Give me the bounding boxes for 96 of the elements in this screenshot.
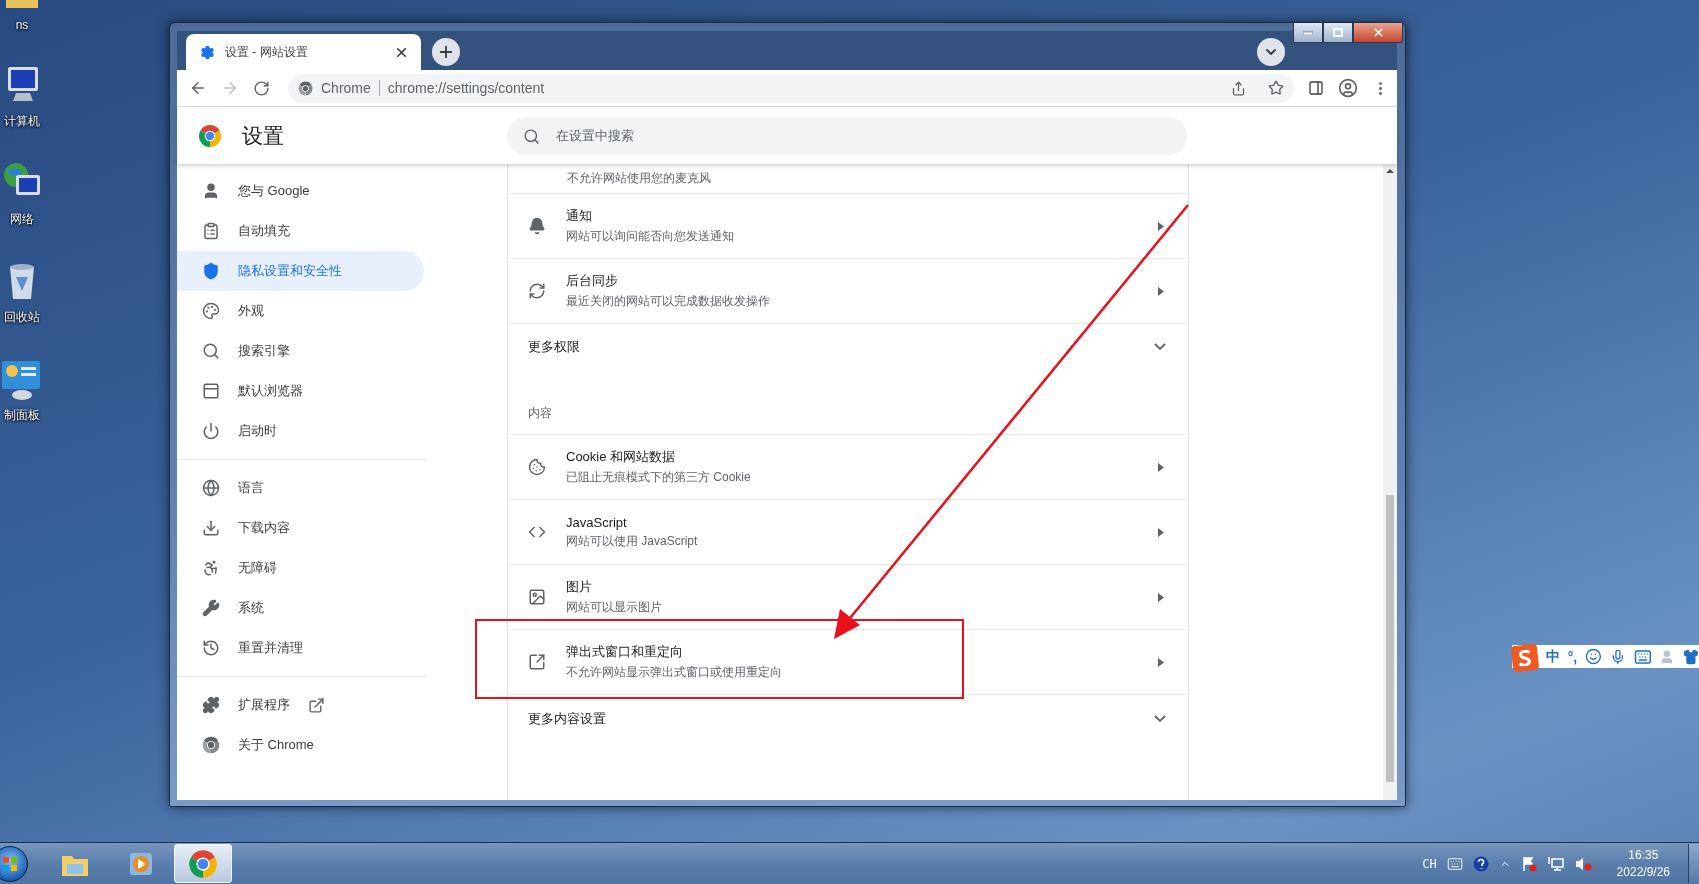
start-button[interactable] <box>0 845 28 882</box>
arrow-right-icon <box>1158 527 1164 537</box>
maximize-button[interactable] <box>1323 23 1353 43</box>
sidebar-item[interactable]: 隐私设置和安全性 <box>177 251 424 291</box>
desktop-icon-label[interactable]: 制面板 <box>4 407 40 424</box>
sidebar-icon <box>202 182 220 200</box>
sidebar-item[interactable]: 自动填充 <box>177 211 424 251</box>
media-player-icon <box>128 850 154 877</box>
arrow-right-icon <box>1158 221 1164 231</box>
sidebar-icon <box>202 382 220 400</box>
setting-icon <box>528 282 546 300</box>
close-button[interactable] <box>1353 23 1403 43</box>
arrow-right-icon <box>1158 462 1164 472</box>
punctuation-toggle[interactable]: °, <box>1567 648 1578 665</box>
scroll-up-icon[interactable] <box>1386 168 1394 174</box>
sidebar-item[interactable]: 扩展程序 <box>177 685 424 725</box>
network-status-icon[interactable] <box>1546 855 1565 872</box>
scrollbar-thumb[interactable] <box>1386 495 1394 782</box>
sidebar-item[interactable]: 下载内容 <box>177 508 424 548</box>
sidebar-icon <box>202 422 220 440</box>
setting-row[interactable]: 通知 网站可以询问能否向您发送通知 <box>508 193 1188 258</box>
setting-icon <box>528 588 546 606</box>
chrome-logo <box>198 123 222 148</box>
arrow-right-icon <box>1158 592 1164 602</box>
browser-tab[interactable]: 设置 - 网站设置 <box>186 34 421 70</box>
sidebar-icon <box>202 519 220 537</box>
tab-search-button[interactable] <box>1257 38 1285 66</box>
sidebar-item[interactable]: 搜索引擎 <box>177 331 424 371</box>
taskbar-app-button[interactable] <box>174 844 232 883</box>
sidebar-item[interactable]: 重置并清理 <box>177 628 424 668</box>
address-bar[interactable]: Chrome chrome://settings/content <box>288 73 1294 103</box>
desktop-icon-label[interactable]: 网络 <box>10 211 34 228</box>
desktop-icon-label[interactable]: ns <box>15 18 29 32</box>
sidebar-item[interactable]: 外观 <box>177 291 424 331</box>
minimize-icon <box>1303 30 1313 35</box>
sidebar-item[interactable]: 您与 Google <box>177 171 424 211</box>
setting-description: 不允许网站使用您的麦克风 <box>567 170 711 187</box>
plus-icon <box>437 43 455 61</box>
help-icon[interactable] <box>1472 855 1489 872</box>
sidebar-item[interactable]: 无障碍 <box>177 548 424 588</box>
search-icon <box>523 127 540 145</box>
desktop-icon-label[interactable]: 回收站 <box>4 309 40 326</box>
chrome-icon <box>298 80 313 96</box>
sidebar-icon <box>202 639 220 657</box>
sidebar-icon <box>202 559 220 577</box>
expander-row[interactable]: 更多权限 <box>508 323 1188 369</box>
smiley-icon[interactable] <box>1585 648 1602 665</box>
star-icon[interactable] <box>1268 80 1284 96</box>
sidebar-icon <box>202 696 220 714</box>
setting-row[interactable]: JavaScript 网站可以使用 JavaScript <box>508 499 1188 564</box>
sidebar-item[interactable]: 关于 Chrome <box>177 725 424 765</box>
sidebar-item[interactable]: 系统 <box>177 588 424 628</box>
setting-row[interactable]: 后台同步 最近关闭的网站可以完成数据收发操作 <box>508 258 1188 323</box>
share-icon[interactable] <box>1231 80 1246 96</box>
input-mode-toggle[interactable]: 中 <box>1545 647 1560 666</box>
scrollbar[interactable] <box>1383 164 1397 800</box>
gear-icon <box>200 44 215 60</box>
keyboard-icon[interactable] <box>1446 855 1463 872</box>
chrome-icon <box>188 848 218 879</box>
profile-icon[interactable] <box>1338 78 1358 98</box>
language-indicator[interactable]: CH <box>1422 856 1437 871</box>
keyboard-icon[interactable] <box>1633 647 1652 666</box>
sidebar-icon <box>202 302 220 320</box>
setting-icon <box>528 458 546 476</box>
clock[interactable]: 16:35 2022/9/26 <box>1616 846 1670 881</box>
setting-icon <box>528 217 546 235</box>
sidebar-icon <box>202 222 220 240</box>
sidebar-icon <box>202 342 220 360</box>
sidebar-item[interactable]: 默认浏览器 <box>177 371 424 411</box>
side-panel-icon[interactable] <box>1308 80 1324 96</box>
sidebar-icon <box>202 479 220 497</box>
flag-icon[interactable] <box>1520 855 1537 872</box>
arrow-right-icon <box>1158 657 1164 667</box>
search-field[interactable]: 在设置中搜索 <box>507 116 1187 155</box>
section-heading: 内容 <box>528 405 552 422</box>
back-icon[interactable] <box>189 79 207 97</box>
sidebar-icon <box>202 599 220 617</box>
chrome-icon <box>202 736 220 754</box>
setting-row[interactable]: Cookie 和网站数据 已阻止无痕模式下的第三方 Cookie <box>508 434 1188 499</box>
speaker-muted-icon[interactable] <box>1574 855 1593 872</box>
sidebar-icon <box>202 262 220 280</box>
shirt-icon[interactable] <box>1683 648 1699 665</box>
new-tab-button[interactable] <box>432 38 460 66</box>
arrow-right-icon <box>1158 286 1164 296</box>
sidebar-item[interactable]: 启动时 <box>177 411 424 451</box>
maximize-icon <box>1333 28 1343 37</box>
minimize-button[interactable] <box>1293 23 1323 43</box>
close-icon <box>1371 26 1385 39</box>
page-title: 设置 <box>242 122 284 149</box>
windows-logo-icon <box>2 855 18 872</box>
sidebar-item[interactable]: 语言 <box>177 468 424 508</box>
reload-icon[interactable] <box>253 79 270 97</box>
desktop-icon-label[interactable]: 计算机 <box>4 113 40 130</box>
setting-icon <box>528 653 546 671</box>
show-desktop-button[interactable] <box>1688 844 1699 883</box>
expander-row[interactable]: 更多内容设置 <box>508 694 1188 742</box>
